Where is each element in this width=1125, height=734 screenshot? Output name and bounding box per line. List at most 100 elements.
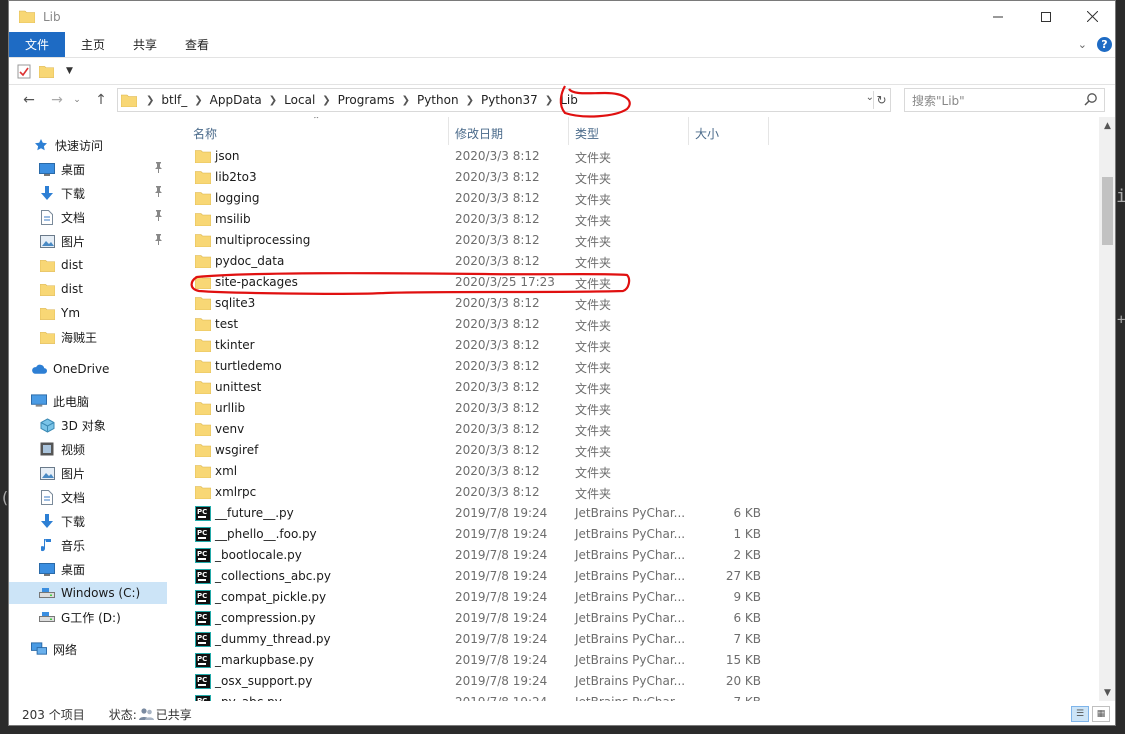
file-row[interactable]: pydoc_data 2020/3/3 8:12 文件夹: [177, 251, 777, 272]
pin-icon[interactable]: [154, 210, 163, 224]
breadcrumb-separator-icon[interactable]: ❯: [545, 95, 553, 106]
close-button[interactable]: [1069, 1, 1115, 32]
up-button[interactable]: ↑: [91, 90, 111, 110]
column-type[interactable]: 类型: [575, 125, 599, 142]
tab-view[interactable]: 查看: [171, 32, 223, 57]
sidebar-item[interactable]: 文档: [9, 206, 167, 228]
column-divider[interactable]: [448, 117, 449, 145]
file-row[interactable]: PC _bootlocale.py 2019/7/8 19:24 JetBrains …: [177, 545, 777, 566]
pin-icon[interactable]: [154, 162, 163, 176]
file-row[interactable]: sqlite3 2020/3/3 8:12 文件夹: [177, 293, 777, 314]
customize-toolbar-icon[interactable]: ▼: [66, 66, 73, 76]
sidebar-item[interactable]: 下载: [9, 182, 167, 204]
file-row[interactable]: PC _dummy_thread.py 2019/7/8 19:24 JetBrain…: [177, 629, 777, 650]
expand-ribbon-icon[interactable]: ⌄: [1078, 38, 1087, 51]
breadcrumb-separator-icon[interactable]: ❯: [402, 95, 410, 106]
search-box[interactable]: 搜索"Lib": [904, 88, 1105, 112]
file-row[interactable]: msilib 2020/3/3 8:12 文件夹: [177, 209, 777, 230]
breadcrumb-separator-icon[interactable]: ❯: [146, 95, 154, 106]
title-bar[interactable]: Lib: [9, 1, 1115, 32]
file-row[interactable]: PC _compat_pickle.py 2019/7/8 19:24 JetBrai…: [177, 587, 777, 608]
file-row[interactable]: PC _osx_support.py 2019/7/8 19:24 JetBrains…: [177, 671, 777, 692]
file-row[interactable]: PC_py_abc.py2019/7/8 19:24JetBrains PyCh…: [177, 692, 777, 701]
column-divider[interactable]: [568, 117, 569, 145]
breadcrumb-separator-icon[interactable]: ❯: [466, 95, 474, 106]
file-row[interactable]: turtledemo 2020/3/3 8:12 文件夹: [177, 356, 777, 377]
tab-file[interactable]: 文件: [9, 32, 65, 57]
sidebar-item[interactable]: Ym: [9, 302, 167, 324]
column-name[interactable]: 名称: [193, 125, 217, 142]
breadcrumb-item[interactable]: Local: [284, 93, 315, 107]
sidebar-item[interactable]: OneDrive: [9, 358, 167, 380]
column-divider[interactable]: [688, 117, 689, 145]
file-row[interactable]: multiprocessing 2020/3/3 8:12 文件夹: [177, 230, 777, 251]
sidebar-item[interactable]: 快速访问: [9, 134, 167, 156]
minimize-button[interactable]: [975, 1, 1021, 32]
sidebar-item[interactable]: 3D 对象: [9, 414, 167, 436]
sidebar-item[interactable]: G工作 (D:): [9, 606, 167, 628]
scroll-down-icon[interactable]: ▼: [1099, 684, 1115, 701]
sidebar-item[interactable]: 图片: [9, 230, 167, 252]
file-row[interactable]: test 2020/3/3 8:12 文件夹: [177, 314, 777, 335]
column-date[interactable]: 修改日期: [455, 125, 503, 142]
search-icon[interactable]: [1084, 92, 1098, 106]
help-icon[interactable]: ?: [1097, 37, 1112, 52]
pin-icon[interactable]: [154, 186, 163, 200]
sidebar-item[interactable]: 下载: [9, 510, 167, 532]
file-row[interactable]: PC _markupbase.py 2019/7/8 19:24 JetBrains …: [177, 650, 777, 671]
vertical-scrollbar[interactable]: ▲ ▼: [1099, 117, 1115, 701]
breadcrumb-item[interactable]: btlf_: [161, 93, 187, 107]
breadcrumb-separator-icon[interactable]: ❯: [269, 95, 277, 106]
file-row[interactable]: venv 2020/3/3 8:12 文件夹: [177, 419, 777, 440]
new-folder-icon[interactable]: [39, 65, 54, 78]
file-row[interactable]: logging 2020/3/3 8:12 文件夹: [177, 188, 777, 209]
file-row[interactable]: xml 2020/3/3 8:12 文件夹: [177, 461, 777, 482]
breadcrumb-item[interactable]: Programs: [338, 93, 395, 107]
file-row[interactable]: PC __phello__.foo.py 2019/7/8 19:24 JetBrai…: [177, 524, 777, 545]
file-row[interactable]: PC _compression.py 2019/7/8 19:24 JetBrains…: [177, 608, 777, 629]
column-size[interactable]: 大小: [695, 125, 719, 142]
file-row[interactable]: unittest 2020/3/3 8:12 文件夹: [177, 377, 777, 398]
sidebar-item[interactable]: 桌面: [9, 558, 167, 580]
sidebar-item[interactable]: 网络: [9, 638, 167, 660]
sidebar-item[interactable]: Windows (C:): [9, 582, 167, 604]
breadcrumb-item[interactable]: AppData: [210, 93, 262, 107]
sidebar-item[interactable]: 音乐: [9, 534, 167, 556]
tab-share[interactable]: 共享: [119, 32, 171, 57]
file-row[interactable]: urllib 2020/3/3 8:12 文件夹: [177, 398, 777, 419]
sidebar-item[interactable]: 海贼王: [9, 326, 167, 348]
address-bar[interactable]: ❯ btlf_ ❯ AppData ❯ Local ❯ Programs ❯ Pytho…: [117, 88, 891, 112]
file-row[interactable]: tkinter 2020/3/3 8:12 文件夹: [177, 335, 777, 356]
sidebar-item[interactable]: 文档: [9, 486, 167, 508]
large-icons-view-button[interactable]: ▦: [1092, 706, 1110, 722]
sidebar-item[interactable]: 桌面: [9, 158, 167, 180]
sidebar-item[interactable]: 视频: [9, 438, 167, 460]
forward-button[interactable]: →: [47, 90, 67, 110]
breadcrumb-current[interactable]: Lib: [560, 93, 578, 107]
file-row[interactable]: PC _collections_abc.py 2019/7/8 19:24 JetBr…: [177, 566, 777, 587]
scrollbar-thumb[interactable]: [1102, 177, 1113, 245]
file-row[interactable]: site-packages 2020/3/25 17:23 文件夹: [177, 272, 777, 293]
recent-locations-icon[interactable]: ⌄: [67, 90, 87, 110]
sidebar-item[interactable]: 此电脑: [9, 390, 167, 412]
sidebar-item[interactable]: 图片: [9, 462, 167, 484]
column-divider[interactable]: [768, 117, 769, 145]
refresh-icon[interactable]: ↻: [873, 91, 889, 109]
file-row[interactable]: lib2to3 2020/3/3 8:12 文件夹: [177, 167, 777, 188]
tab-home[interactable]: 主页: [67, 32, 119, 57]
scroll-up-icon[interactable]: ▲: [1099, 117, 1115, 134]
breadcrumb-item[interactable]: Python37: [481, 93, 538, 107]
file-row[interactable]: PC __future__.py 2019/7/8 19:24 JetBrains P…: [177, 503, 777, 524]
sidebar-item[interactable]: dist: [9, 254, 167, 276]
breadcrumb-separator-icon[interactable]: ❯: [194, 95, 202, 106]
details-view-button[interactable]: ☰: [1071, 706, 1089, 722]
file-row[interactable]: xmlrpc 2020/3/3 8:12 文件夹: [177, 482, 777, 503]
breadcrumb-separator-icon[interactable]: ❯: [322, 95, 330, 106]
breadcrumb-item[interactable]: Python: [417, 93, 459, 107]
back-button[interactable]: ←: [19, 90, 39, 110]
file-row[interactable]: json 2020/3/3 8:12 文件夹: [177, 146, 777, 167]
sidebar-item[interactable]: dist: [9, 278, 167, 300]
properties-icon[interactable]: [17, 64, 31, 79]
file-row[interactable]: wsgiref 2020/3/3 8:12 文件夹: [177, 440, 777, 461]
pin-icon[interactable]: [154, 234, 163, 248]
